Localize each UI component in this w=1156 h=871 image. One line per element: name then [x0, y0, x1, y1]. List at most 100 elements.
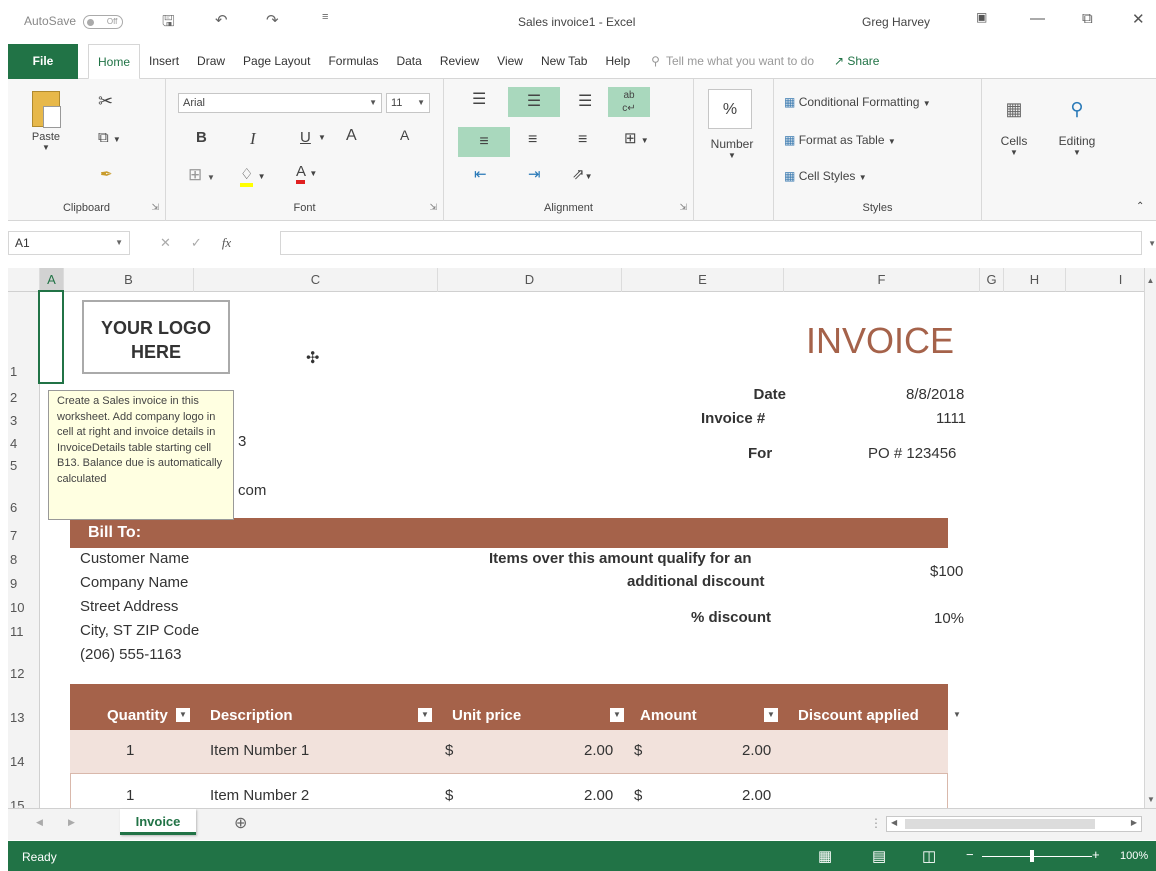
- column-header-h[interactable]: H: [1004, 268, 1066, 292]
- row-header[interactable]: 13: [8, 710, 40, 725]
- minimize-icon[interactable]: —: [1030, 10, 1045, 27]
- row-header[interactable]: 15: [8, 798, 40, 808]
- column-header-c[interactable]: C: [194, 268, 438, 292]
- tab-data[interactable]: Data: [387, 44, 430, 79]
- column-header-g[interactable]: G: [980, 268, 1004, 292]
- tab-formulas[interactable]: Formulas: [319, 44, 387, 79]
- zoom-slider-thumb[interactable]: [1030, 850, 1034, 862]
- tab-file[interactable]: File: [8, 43, 78, 79]
- row-header[interactable]: 11: [8, 624, 40, 639]
- number-format-icon[interactable]: %: [708, 89, 752, 129]
- row-header[interactable]: 6: [8, 500, 40, 515]
- autosave-toggle[interactable]: Off: [83, 14, 124, 29]
- grow-font-button[interactable]: A: [346, 127, 357, 145]
- share-button[interactable]: ↗ Share: [834, 54, 879, 68]
- normal-view-icon[interactable]: ▦: [818, 847, 832, 865]
- expand-formula-icon[interactable]: ▼: [1148, 239, 1156, 248]
- align-left-icon[interactable]: ≡: [458, 127, 510, 157]
- cancel-icon[interactable]: ✕: [160, 235, 171, 251]
- paste-button[interactable]: Paste ▼: [26, 91, 66, 152]
- bottom-align-icon[interactable]: ☰: [578, 91, 592, 111]
- number-button[interactable]: Number ▼: [702, 137, 762, 160]
- fill-color-icon[interactable]: ♢ ▼: [240, 165, 266, 187]
- editing-button[interactable]: ⚲ Editing ▼: [1046, 99, 1108, 157]
- column-header-i[interactable]: I: [1066, 268, 1144, 292]
- column-header-a[interactable]: A: [40, 268, 64, 292]
- row-header[interactable]: 5: [8, 458, 40, 473]
- bold-button[interactable]: B: [196, 129, 207, 146]
- scroll-left-icon[interactable]: ◀: [891, 818, 897, 827]
- tab-insert[interactable]: Insert: [140, 44, 188, 79]
- borders-icon[interactable]: ⊞ ▼: [188, 165, 215, 185]
- row-header[interactable]: 10: [8, 600, 40, 615]
- scroll-thumb[interactable]: [905, 819, 1095, 829]
- underline-button[interactable]: U: [300, 129, 311, 146]
- row-header[interactable]: 7: [8, 528, 40, 543]
- tell-me-box[interactable]: ⚲ Tell me what you want to do: [651, 54, 814, 68]
- selected-cell-a1[interactable]: [38, 290, 64, 384]
- shrink-font-button[interactable]: A: [400, 127, 409, 143]
- enter-icon[interactable]: ✓: [191, 235, 202, 251]
- col-discount-applied[interactable]: Discount applied: [798, 707, 919, 724]
- clipboard-launcher-icon[interactable]: ⇲: [151, 202, 159, 213]
- cut-icon[interactable]: ✂: [98, 91, 113, 112]
- font-color-button[interactable]: A ▼: [296, 163, 317, 184]
- page-break-view-icon[interactable]: ◫: [922, 847, 936, 865]
- merge-center-icon[interactable]: ⊞ ▼: [624, 129, 649, 147]
- tab-review[interactable]: Review: [431, 44, 488, 79]
- row-header[interactable]: 8: [8, 552, 40, 567]
- column-header-f[interactable]: F: [784, 268, 980, 292]
- font-size-select[interactable]: 11 ▼: [386, 93, 430, 113]
- restore-icon[interactable]: ⧉: [1082, 10, 1093, 27]
- zoom-slider[interactable]: [982, 856, 1092, 857]
- row-header[interactable]: 2: [8, 390, 40, 405]
- sheet-tab-invoice[interactable]: Invoice: [120, 809, 196, 835]
- filter-dropdown-icon[interactable]: ▼: [764, 706, 778, 723]
- scroll-up-icon[interactable]: ▲: [1145, 276, 1156, 285]
- tab-new-tab[interactable]: New Tab: [532, 44, 596, 79]
- horizontal-scrollbar[interactable]: ◀ ▶: [886, 816, 1142, 832]
- middle-align-icon[interactable]: ☰: [508, 87, 560, 117]
- row-header[interactable]: 9: [8, 576, 40, 591]
- worksheet[interactable]: YOUR LOGO HERE INVOICE ✣ Date 8/8/2018 In…: [40, 292, 1144, 808]
- ribbon-display-icon[interactable]: ▣: [976, 10, 987, 24]
- format-as-table-button[interactable]: ▦ Format as Table ▼: [784, 133, 896, 147]
- column-header-d[interactable]: D: [438, 268, 622, 292]
- autosave[interactable]: AutoSave Off: [24, 14, 124, 29]
- font-launcher-icon[interactable]: ⇲: [429, 202, 437, 213]
- row-header[interactable]: 12: [8, 666, 40, 681]
- scroll-tabs-right-icon[interactable]: ▶: [68, 817, 75, 828]
- wrap-text-icon[interactable]: ab c↵: [608, 87, 650, 117]
- tab-help[interactable]: Help: [596, 44, 639, 79]
- column-header-e[interactable]: E: [622, 268, 784, 292]
- collapse-ribbon-icon[interactable]: ⌃: [1136, 201, 1144, 212]
- select-all-corner[interactable]: [8, 268, 40, 292]
- filter-dropdown-icon[interactable]: ▼: [610, 706, 624, 723]
- orientation-icon[interactable]: ⇗▼: [572, 165, 593, 183]
- zoom-in-icon[interactable]: +: [1092, 847, 1100, 862]
- row-header[interactable]: 4: [8, 436, 40, 451]
- conditional-formatting-button[interactable]: ▦ Conditional Formatting ▼: [784, 95, 931, 109]
- filter-dropdown-icon[interactable]: ▼: [950, 706, 964, 723]
- decrease-indent-icon[interactable]: ⇤: [474, 165, 487, 183]
- tab-split-handle[interactable]: ⋮: [870, 816, 882, 830]
- tab-page-layout[interactable]: Page Layout: [234, 44, 319, 79]
- zoom-out-icon[interactable]: −: [966, 847, 974, 862]
- scroll-tabs-left-icon[interactable]: ◀: [36, 817, 43, 828]
- scroll-down-icon[interactable]: ▼: [1145, 795, 1156, 804]
- page-layout-view-icon[interactable]: ▤: [872, 847, 886, 865]
- logo-placeholder[interactable]: YOUR LOGO HERE: [82, 300, 230, 374]
- col-description[interactable]: Description: [210, 707, 293, 724]
- redo-icon[interactable]: ↷: [266, 11, 279, 29]
- filter-dropdown-icon[interactable]: ▼: [418, 706, 432, 723]
- formula-input[interactable]: [280, 231, 1143, 255]
- copy-icon[interactable]: ⧉ ▼: [98, 129, 121, 146]
- filter-dropdown-icon[interactable]: ▼: [176, 706, 190, 723]
- col-quantity[interactable]: Quantity: [107, 707, 168, 724]
- user-name[interactable]: Greg Harvey: [862, 15, 930, 29]
- row-header[interactable]: 3: [8, 413, 40, 428]
- format-painter-icon[interactable]: ✒: [100, 165, 113, 183]
- align-center-icon[interactable]: ≡: [528, 131, 537, 149]
- name-box[interactable]: A1 ▼: [8, 231, 130, 255]
- customize-qat-icon[interactable]: ≡: [322, 11, 328, 23]
